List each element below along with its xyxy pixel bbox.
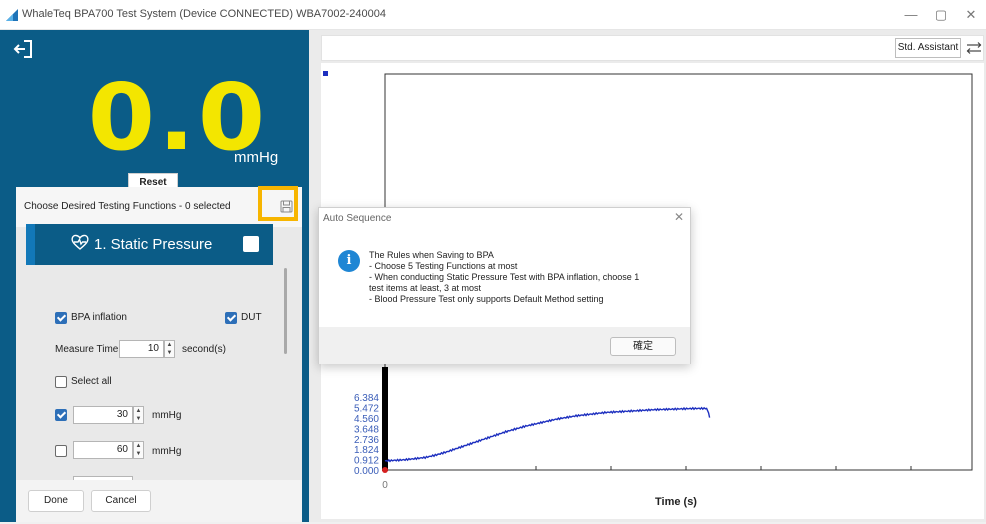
y-tick-label: 3.648 <box>354 424 379 435</box>
bpa-inflation-label: BPA inflation <box>71 312 127 323</box>
x-tick-label: 0 <box>382 480 388 491</box>
dialog-line: - When conducting Static Pressure Test w… <box>369 272 640 282</box>
cancel-button[interactable]: Cancel <box>91 490 151 512</box>
test-item-unit: mmHg <box>152 410 182 421</box>
y-tick-label: 0.912 <box>354 456 379 467</box>
measure-time-unit: second(s) <box>182 344 226 355</box>
scrollbar[interactable] <box>284 268 287 354</box>
dut-label: DUT <box>241 312 262 323</box>
x-axis-label: Time (s) <box>655 496 697 508</box>
measure-time-label: Measure Time <box>55 344 119 355</box>
y-tick-label: 4.560 <box>354 414 379 425</box>
title-bar: WhaleTeq BPA700 Test System (Device CONN… <box>0 0 986 30</box>
y-tick-label: 2.736 <box>354 435 379 446</box>
app-logo-icon <box>6 9 18 21</box>
done-button[interactable]: Done <box>28 490 84 512</box>
y-axis-bar <box>382 367 388 471</box>
y-tick-label: 5.472 <box>354 404 379 415</box>
y-tick-label: 0.000 <box>354 466 379 477</box>
exit-icon[interactable] <box>12 38 34 60</box>
measure-time-stepper[interactable]: ▲ ▼ <box>164 340 175 358</box>
test-item-stepper[interactable]: ▲ ▼ <box>133 406 144 424</box>
test-item-input[interactable]: 30 <box>73 406 133 424</box>
dialog-line: test items at least, 3 at most <box>369 283 482 293</box>
dialog-title: Auto Sequence <box>323 213 392 224</box>
test-item-stepper[interactable]: ▲ ▼ <box>133 441 144 459</box>
y-tick-label: 6.384 <box>354 393 379 404</box>
auto-sequence-dialog: Auto Sequence ✕ i The Rules when Saving … <box>318 207 691 364</box>
y-tick-label: 1.824 <box>354 445 379 456</box>
std-assistant-button[interactable]: Std. Assistant <box>895 38 961 58</box>
minimize-button[interactable]: — <box>896 4 926 26</box>
series-line <box>384 406 711 463</box>
dialog-footer: 確定 <box>319 327 690 364</box>
test-item-input[interactable]: 60 <box>73 441 133 459</box>
save-highlight-box <box>258 186 298 221</box>
dialog-line: The Rules when Saving to BPA <box>369 250 494 260</box>
close-button[interactable]: ✕ <box>956 4 986 26</box>
dialog-line: - Choose 5 Testing Functions at most <box>369 261 518 271</box>
pressure-unit: mmHg <box>234 149 279 166</box>
bottom-bar: Done Cancel <box>16 480 302 522</box>
dialog-message: The Rules when Saving to BPA - Choose 5 … <box>369 250 684 305</box>
dialog-close-button[interactable]: ✕ <box>674 210 684 224</box>
adjust-icon[interactable] <box>966 41 982 55</box>
legend-marker <box>323 71 328 76</box>
restore-button[interactable]: ▢ <box>926 4 956 26</box>
test-item-unit: mmHg <box>152 446 182 457</box>
dialog-line: - Blood Pressure Test only supports Defa… <box>369 294 604 304</box>
static-pressure-accent <box>26 224 35 265</box>
static-pressure-checkbox[interactable] <box>243 236 259 252</box>
test-item-checkbox[interactable] <box>55 445 67 457</box>
info-icon: i <box>338 250 360 272</box>
chart-toolbar <box>321 35 984 61</box>
select-all-checkbox[interactable] <box>55 376 67 388</box>
dut-checkbox[interactable] <box>225 312 237 324</box>
window-title: WhaleTeq BPA700 Test System (Device CONN… <box>22 8 386 20</box>
testing-functions-title: Choose Desired Testing Functions - 0 sel… <box>24 201 231 212</box>
test-item-checkbox[interactable] <box>55 409 67 421</box>
bpa-inflation-checkbox[interactable] <box>55 312 67 324</box>
dialog-ok-button[interactable]: 確定 <box>610 337 676 356</box>
measure-time-input[interactable]: 10 <box>119 340 164 358</box>
heart-pulse-icon <box>71 234 89 250</box>
select-all-label: Select all <box>71 376 112 387</box>
origin-marker <box>382 467 388 473</box>
static-pressure-label: 1. Static Pressure <box>94 236 213 253</box>
